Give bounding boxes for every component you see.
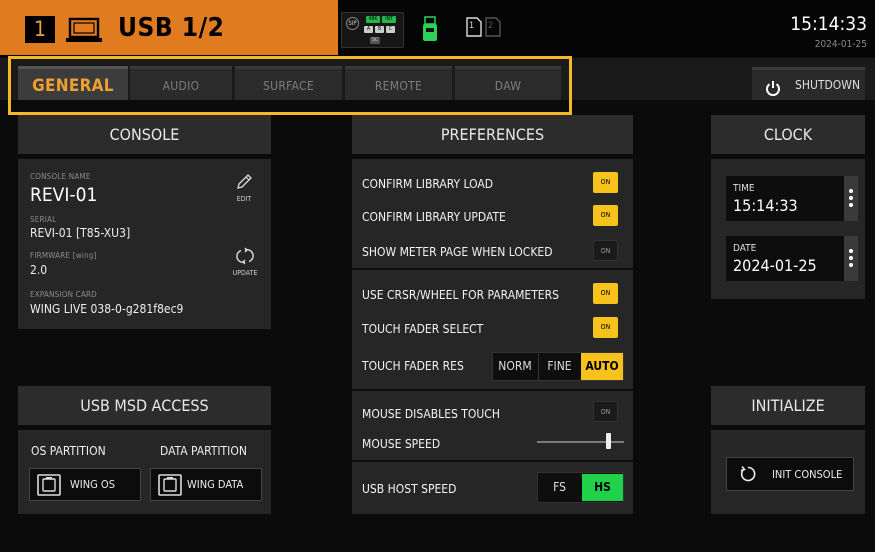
use-crsr-wheel-toggle[interactable]: ON [593,283,618,304]
wing-os-button[interactable]: WING OS [29,468,141,501]
update-label: UPDATE [232,269,258,277]
date-field[interactable]: DATE 2024-01-25 [726,236,858,281]
mouse-disables-touch-toggle[interactable]: ON [593,401,618,422]
mouse-disables-touch-label: MOUSE DISABLES TOUCH [362,407,500,421]
touch-fader-select-label: TOUCH FADER SELECT [362,322,484,336]
confirm-library-update-label: CONFIRM LIBRARY UPDATE [362,210,506,224]
res-auto-button[interactable]: AUTO [581,353,623,380]
initialize-panel: INIT CONSOLE [711,430,865,514]
card-slot-1: 1 [469,21,475,31]
power-icon [765,77,781,96]
update-button[interactable]: UPDATE [226,247,264,283]
data-partition-label: DATA PARTITION [160,444,247,458]
date-menu-icon[interactable] [844,236,858,281]
usb-msd-header: USB MSD ACCESS [18,386,271,425]
expansion-card-label: EXPANSION CARD [30,290,97,299]
channel-number: 1 [25,16,55,43]
mouse-speed-label: MOUSE SPEED [362,437,441,451]
date-label: DATE [733,243,757,254]
console-name: REVI-01 [30,184,98,206]
date-value: 2024-01-25 [733,256,817,275]
confirm-library-load-label: CONFIRM LIBRARY LOAD [362,177,494,191]
divider [352,389,633,391]
edit-button[interactable]: EDIT [229,173,259,209]
shutdown-button[interactable]: SHUTDOWN [752,67,865,100]
tab-focus-highlight [8,56,572,115]
wing-data-label: WING DATA [187,478,244,491]
usb-drive-icon [37,474,61,496]
usb-speed-fs-button[interactable]: FS [538,474,581,501]
header-date: 2024-01-25 [814,39,867,50]
wing-os-label: WING OS [70,478,115,491]
header-time: 15:14:33 [790,13,867,35]
edit-label: EDIT [236,195,252,203]
use-crsr-wheel-label: USE CRSR/WHEEL FOR PARAMETERS [362,288,559,302]
res-norm-button[interactable]: NORM [493,353,537,380]
confirm-library-load-toggle[interactable]: ON [593,172,618,193]
channel-title: USB 1/2 [118,13,225,43]
mouse-speed-slider-thumb[interactable] [606,433,612,449]
show-meter-page-toggle[interactable]: ON [593,240,618,261]
time-value: 15:14:33 [733,196,798,215]
time-field[interactable]: TIME 15:14:33 [726,176,858,221]
divider [352,268,633,270]
initialize-header: INITIALIZE [711,386,865,425]
abc-b-badge: B [375,26,384,33]
expansion-card-value: WING LIVE 038-0-g281f8ec9 [30,302,184,316]
time-menu-icon[interactable] [844,176,858,221]
firmware-label: FIRMWARE [wing] [30,251,97,260]
pencil-icon [237,174,252,189]
reset-icon [740,466,756,482]
usb-speed-hs-button[interactable]: HS [582,474,623,501]
touch-fader-res-selector: NORM FINE AUTO [492,352,624,381]
serial-label: SERIAL [30,215,57,224]
usb-stick-icon [420,14,440,44]
wing-data-button[interactable]: WING DATA [150,468,262,501]
time-label: TIME [733,183,755,194]
console-name-label: CONSOLE NAME [30,172,91,181]
laptop-icon [65,17,103,43]
init-console-button[interactable]: INIT CONSOLE [726,457,854,491]
shutdown-label: SHUTDOWN [795,78,861,92]
int-clock-badge: INT [382,16,396,23]
init-console-label: INIT CONSOLE [772,468,843,481]
touch-fader-res-label: TOUCH FADER RES [362,359,464,373]
sd-card-slots: 1 2 [464,14,508,40]
usb-host-speed-selector: FS HS [537,472,624,503]
os-partition-label: OS PARTITION [31,444,106,458]
serial-value: REVI-01 [T85-XU3] [30,226,131,240]
confirm-library-update-toggle[interactable]: ON [593,205,618,226]
touch-fader-select-toggle[interactable]: ON [593,317,618,338]
usb-host-speed-label: USB HOST SPEED [362,482,457,496]
usb-drive-icon [158,474,182,496]
abc-c-badge: C [386,26,395,33]
status-indicators: SIP 48K INT A B C SC [341,12,404,48]
usb-msd-panel: OS PARTITION DATA PARTITION WING OS WING… [18,430,271,514]
res-fine-button[interactable]: FINE [538,353,580,380]
preferences-header: PREFERENCES [352,115,633,154]
card-slot-2: 2 [488,21,494,31]
console-panel: CONSOLE NAME REVI-01 EDIT SERIAL REVI-01… [18,159,271,329]
abc-a-badge: A [364,26,373,33]
firmware-value: 2.0 [30,263,48,277]
clock-header: CLOCK [711,115,865,154]
console-header: CONSOLE [18,115,271,154]
divider [352,460,633,462]
sample-rate-badge: 48K [366,16,380,23]
sip-indicator: SIP [346,17,359,30]
sc-badge: SC [370,37,380,44]
clock-panel: TIME 15:14:33 DATE 2024-01-25 [711,159,865,299]
show-meter-page-label: SHOW METER PAGE WHEN LOCKED [362,245,553,259]
refresh-icon [236,247,254,265]
